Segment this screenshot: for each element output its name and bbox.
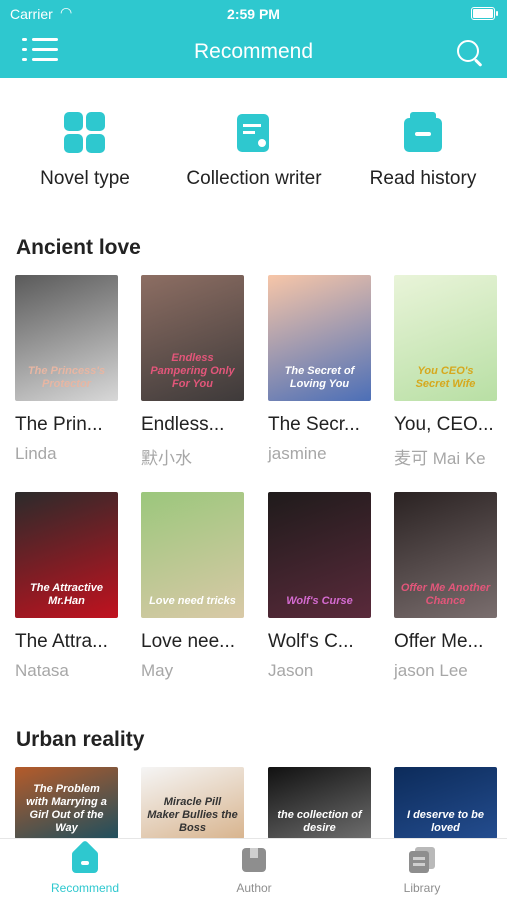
author-icon xyxy=(241,847,267,873)
book-card[interactable]: You CEO's Secret Wife You, CEO... 麦可 Mai K… xyxy=(394,275,497,469)
cover-text: You CEO's Secret Wife xyxy=(415,365,476,390)
book-card[interactable]: The Secret of Loving You The Secr... jasmi… xyxy=(268,275,371,464)
cover-text: Miracle Pill Maker Bullies the Boss xyxy=(147,796,238,834)
cover-text: Offer Me Another Chance xyxy=(400,582,491,607)
cover-text: the collection of desire xyxy=(277,809,362,834)
cover-text: The Problem with Marrying a Girl Out of … xyxy=(26,783,107,834)
book-title: Wolf's C... xyxy=(268,631,354,652)
book-author: 麦可 Mai Ke xyxy=(394,449,486,468)
cover-text: Endless Pampering Only For You xyxy=(150,352,235,390)
book-cover[interactable]: The Attractive Mr.Han xyxy=(15,492,118,618)
cover-text: The Secret of Loving You xyxy=(284,365,355,390)
book-cover[interactable]: Endless Pampering Only For You xyxy=(141,275,244,401)
book-cover[interactable]: the collection of desire xyxy=(268,767,371,839)
book-title: Love nee... xyxy=(141,631,236,652)
book-cover[interactable]: The Princess's Protector xyxy=(15,275,118,401)
section-title-urban-reality: Urban reality xyxy=(16,728,145,751)
book-cover[interactable]: Miracle Pill Maker Bullies the Boss xyxy=(141,767,244,839)
book-author: jasmine xyxy=(268,444,327,463)
tab-label: Author xyxy=(236,881,272,895)
status-bar: Carrier ◠ 2:59 PM xyxy=(0,0,507,28)
page-title: Recommend xyxy=(193,40,314,63)
novel-type-button[interactable]: Novel type xyxy=(18,112,152,190)
quick-actions: Novel type Collection writer Read histor… xyxy=(0,112,507,202)
book-author: Jason xyxy=(268,661,314,680)
status-time: 2:59 PM xyxy=(227,6,280,22)
read-history-button[interactable]: Read history xyxy=(360,112,486,190)
book-title: The Prin... xyxy=(15,414,103,435)
cover-text: Love need tricks xyxy=(149,595,236,607)
book-author: 默小水 xyxy=(141,449,192,468)
book-card[interactable]: the collection of desire xyxy=(268,767,371,839)
book-card[interactable]: Wolf's Curse Wolf's C... Jason xyxy=(268,492,371,681)
tab-bar: Recommend Author Library xyxy=(0,838,507,900)
section-title-ancient-love: Ancient love xyxy=(16,236,141,259)
book-card[interactable]: Miracle Pill Maker Bullies the Boss xyxy=(141,767,244,839)
cover-text: Wolf's Curse xyxy=(286,595,353,607)
book-cover[interactable]: The Problem with Marrying a Girl Out of … xyxy=(15,767,118,839)
book-title: Offer Me... xyxy=(394,631,484,652)
book-title: The Secr... xyxy=(268,414,360,435)
book-cover[interactable]: The Secret of Loving You xyxy=(268,275,371,401)
book-author: jason Lee xyxy=(394,661,468,680)
tab-author[interactable]: Author xyxy=(194,847,314,895)
tab-recommend[interactable]: Recommend xyxy=(25,839,145,895)
book-author: Linda xyxy=(15,444,57,463)
book-title: The Attra... xyxy=(15,631,108,652)
book-card[interactable]: The Princess's Protector The Prin... Linda xyxy=(15,275,118,464)
collection-icon xyxy=(233,112,275,154)
grid-icon xyxy=(64,112,106,154)
cover-text: I deserve to be loved xyxy=(406,809,485,834)
novel-type-label: Novel type xyxy=(40,168,130,189)
battery-icon xyxy=(471,7,498,20)
book-cover[interactable]: I deserve to be loved xyxy=(394,767,497,839)
home-icon xyxy=(70,839,100,873)
history-icon xyxy=(402,112,444,154)
cover-text: The Princess's Protector xyxy=(27,365,106,390)
book-author: May xyxy=(141,661,174,680)
cover-text: The Attractive Mr.Han xyxy=(30,582,103,607)
library-icon xyxy=(409,847,435,873)
book-card[interactable]: I deserve to be loved xyxy=(394,767,497,839)
book-author: Natasa xyxy=(15,661,69,680)
book-cover[interactable]: Wolf's Curse xyxy=(268,492,371,618)
collection-writer-button[interactable]: Collection writer xyxy=(172,112,336,190)
tab-library[interactable]: Library xyxy=(362,847,482,895)
book-title: Endless... xyxy=(141,414,225,435)
search-icon[interactable] xyxy=(457,40,483,67)
book-card[interactable]: Endless Pampering Only For You Endless...… xyxy=(141,275,244,469)
collection-writer-label: Collection writer xyxy=(186,168,322,189)
book-card[interactable]: Love need tricks Love nee... May xyxy=(141,492,244,681)
book-card[interactable]: The Attractive Mr.Han The Attra... Natasa xyxy=(15,492,118,681)
book-cover[interactable]: Love need tricks xyxy=(141,492,244,618)
book-card[interactable]: The Problem with Marrying a Girl Out of … xyxy=(15,767,118,839)
top-bar: Carrier ◠ 2:59 PM Recommend xyxy=(0,0,507,78)
tab-label: Recommend xyxy=(50,881,120,895)
tab-label: Library xyxy=(403,881,441,895)
book-cover[interactable]: Offer Me Another Chance xyxy=(394,492,497,618)
book-title: You, CEO... xyxy=(394,414,494,435)
read-history-label: Read history xyxy=(369,168,477,189)
book-cover[interactable]: You CEO's Secret Wife xyxy=(394,275,497,401)
book-card[interactable]: Offer Me Another Chance Offer Me... jason … xyxy=(394,492,497,681)
